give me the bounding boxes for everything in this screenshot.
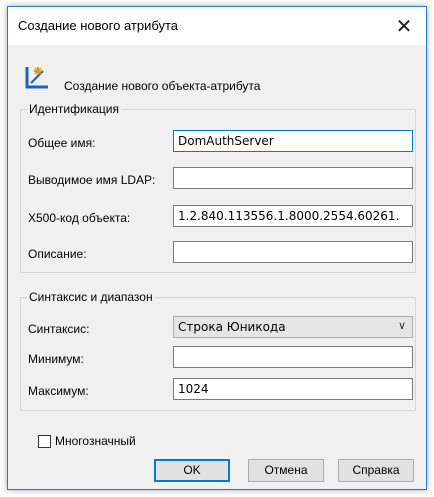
ldap-name-input[interactable] — [173, 167, 413, 189]
description-input[interactable] — [173, 241, 413, 263]
common-name-input[interactable]: DomAuthServer — [173, 130, 413, 152]
identification-group-title: Идентификация — [27, 102, 121, 116]
title-bar: Создание нового атрибута ✕ — [8, 7, 426, 45]
multivalued-label[interactable]: Многозначный — [55, 434, 136, 448]
ldap-name-label: Выводимое имя LDAP: — [28, 173, 156, 187]
new-attribute-icon — [25, 67, 48, 89]
syntax-group-title: Синтаксис и диапазон — [27, 290, 155, 304]
minimum-label: Минимум: — [28, 352, 84, 366]
maximum-label: Максимум: — [28, 384, 89, 398]
minimum-input[interactable] — [173, 346, 413, 368]
maximum-input[interactable]: 1024 — [173, 378, 413, 400]
dialog-window: Создание нового атрибута ✕ Создание ново… — [7, 6, 427, 490]
cancel-button[interactable]: Отмена — [248, 459, 324, 482]
syntax-select[interactable]: Строка Юникода ∨ — [173, 316, 413, 338]
syntax-select-value: Строка Юникода — [178, 320, 286, 334]
multivalued-checkbox[interactable] — [38, 435, 51, 448]
help-button[interactable]: Справка — [338, 459, 414, 482]
syntax-label: Синтаксис: — [28, 322, 90, 336]
dialog-title: Создание нового атрибута — [18, 18, 179, 33]
close-button[interactable]: ✕ — [382, 7, 426, 45]
close-icon: ✕ — [395, 15, 413, 38]
chevron-down-icon: ∨ — [397, 319, 406, 332]
ok-button[interactable]: OK — [154, 459, 230, 482]
common-name-label: Общее имя: — [28, 136, 96, 150]
oid-input[interactable]: 1.2.840.113556.1.8000.2554.60261. — [173, 205, 413, 227]
description-label: Описание: — [28, 247, 87, 261]
oid-label: X500-код объекта: — [28, 211, 131, 225]
header-text: Создание нового объекта-атрибута — [64, 79, 261, 93]
